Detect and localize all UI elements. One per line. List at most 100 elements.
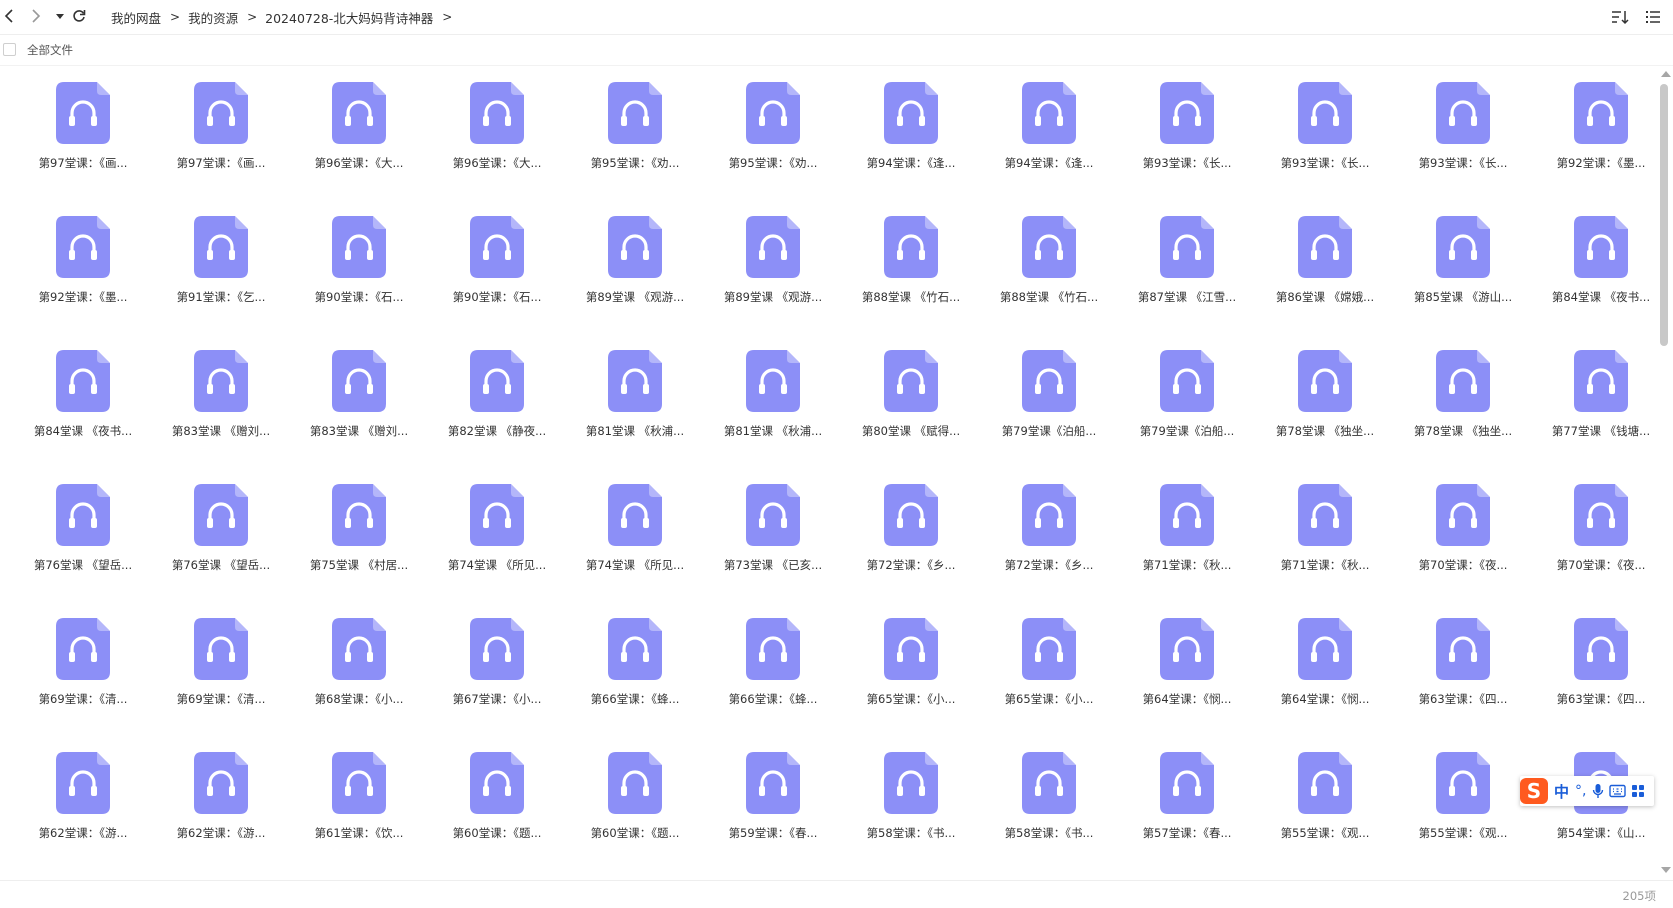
file-item[interactable]: 第70堂课：《夜... bbox=[1532, 482, 1655, 616]
file-item[interactable]: 第72堂课：《乡... bbox=[980, 482, 1118, 616]
file-name: 第86堂课 《嫦娥... bbox=[1275, 290, 1375, 304]
file-name: 第84堂课 《夜书... bbox=[1551, 290, 1651, 304]
file-item[interactable]: 第71堂课：《秋... bbox=[1118, 482, 1256, 616]
file-item[interactable]: 第93堂课：《长... bbox=[1394, 80, 1532, 214]
file-item[interactable]: 第55堂课：《观... bbox=[1256, 750, 1394, 878]
scroll-up-arrow[interactable] bbox=[1661, 71, 1671, 77]
file-item[interactable]: 第83堂课 《赠刘... bbox=[290, 348, 428, 482]
file-item[interactable]: 第65堂课：《小... bbox=[842, 616, 980, 750]
file-item[interactable]: 第85堂课 《游山... bbox=[1394, 214, 1532, 348]
file-item[interactable]: 第58堂课：《书... bbox=[842, 750, 980, 878]
file-item[interactable]: 第95堂课：《劝... bbox=[566, 80, 704, 214]
file-item[interactable]: 第88堂课 《竹石... bbox=[842, 214, 980, 348]
file-item[interactable]: 第67堂课：《小... bbox=[428, 616, 566, 750]
file-item[interactable]: 第66堂课：《蜂... bbox=[704, 616, 842, 750]
file-item[interactable]: 第82堂课 《静夜... bbox=[428, 348, 566, 482]
breadcrumb-item-my-drive[interactable]: 我的网盘 bbox=[111, 8, 161, 27]
file-item[interactable]: 第95堂课：《劝... bbox=[704, 80, 842, 214]
file-item[interactable]: 第76堂课 《望岳... bbox=[152, 482, 290, 616]
file-item[interactable]: 第64堂课：《悯... bbox=[1256, 616, 1394, 750]
file-item[interactable]: 第86堂课 《嫦娥... bbox=[1256, 214, 1394, 348]
breadcrumb-item-my-resources[interactable]: 我的资源 bbox=[188, 8, 238, 27]
audio-file-icon bbox=[1160, 350, 1214, 412]
file-item[interactable]: 第81堂课 《秋浦... bbox=[704, 348, 842, 482]
file-item[interactable]: 第69堂课：《清... bbox=[152, 616, 290, 750]
file-item[interactable]: 第61堂课：《饮... bbox=[290, 750, 428, 878]
file-item[interactable]: 第89堂课 《观游... bbox=[566, 214, 704, 348]
file-item[interactable]: 第80堂课 《赋得... bbox=[842, 348, 980, 482]
file-item[interactable]: 第90堂课：《石... bbox=[290, 214, 428, 348]
file-item[interactable]: 第96堂课：《大... bbox=[428, 80, 566, 214]
file-item[interactable]: 第63堂课：《四... bbox=[1532, 616, 1655, 750]
file-item[interactable]: 第55堂课：《观... bbox=[1394, 750, 1532, 878]
file-item[interactable]: 第84堂课 《夜书... bbox=[14, 348, 152, 482]
ime-toolbar[interactable]: S 中 °, bbox=[1520, 776, 1655, 806]
file-item[interactable]: 第89堂课 《观游... bbox=[704, 214, 842, 348]
file-item[interactable]: 第81堂课 《秋浦... bbox=[566, 348, 704, 482]
forward-icon[interactable] bbox=[26, 6, 46, 26]
ime-punctuation-toggle[interactable]: °, bbox=[1575, 783, 1586, 799]
file-item[interactable]: 第54堂课：《山... bbox=[1532, 750, 1655, 878]
file-item[interactable]: 第62堂课：《游... bbox=[14, 750, 152, 878]
microphone-icon[interactable] bbox=[1592, 783, 1604, 799]
history-dropdown-icon[interactable] bbox=[50, 6, 70, 26]
file-name: 第87堂课 《江雪... bbox=[1137, 290, 1237, 304]
file-name: 第94堂课：《逢... bbox=[1004, 156, 1094, 170]
file-item[interactable]: 第59堂课：《春... bbox=[704, 750, 842, 878]
vertical-scrollbar[interactable] bbox=[1658, 66, 1672, 878]
file-item[interactable]: 第70堂课：《夜... bbox=[1394, 482, 1532, 616]
file-item[interactable]: 第76堂课 《望岳... bbox=[14, 482, 152, 616]
file-item[interactable]: 第87堂课 《江雪... bbox=[1118, 214, 1256, 348]
file-item[interactable]: 第84堂课 《夜书... bbox=[1532, 214, 1655, 348]
scrollbar-thumb[interactable] bbox=[1660, 84, 1668, 346]
scroll-down-arrow[interactable] bbox=[1661, 867, 1671, 873]
file-item[interactable]: 第77堂课 《钱塘... bbox=[1532, 348, 1655, 482]
file-item[interactable]: 第75堂课 《村居... bbox=[290, 482, 428, 616]
file-item[interactable]: 第94堂课：《逢... bbox=[980, 80, 1118, 214]
file-item[interactable]: 第92堂课：《墨... bbox=[14, 214, 152, 348]
file-item[interactable]: 第60堂课：《题... bbox=[428, 750, 566, 878]
file-item[interactable]: 第66堂课：《蜂... bbox=[566, 616, 704, 750]
file-item[interactable]: 第57堂课：《春... bbox=[1118, 750, 1256, 878]
keyboard-icon[interactable] bbox=[1609, 784, 1627, 798]
file-item[interactable]: 第68堂课：《小... bbox=[290, 616, 428, 750]
file-item[interactable]: 第69堂课：《清... bbox=[14, 616, 152, 750]
file-item[interactable]: 第65堂课：《小... bbox=[980, 616, 1118, 750]
file-item[interactable]: 第78堂课 《独坐... bbox=[1394, 348, 1532, 482]
file-item[interactable]: 第93堂课：《长... bbox=[1118, 80, 1256, 214]
file-item[interactable]: 第72堂课：《乡... bbox=[842, 482, 980, 616]
file-item[interactable]: 第83堂课 《赠刘... bbox=[152, 348, 290, 482]
file-item[interactable]: 第74堂课 《所见... bbox=[566, 482, 704, 616]
file-item[interactable]: 第73堂课 《已亥... bbox=[704, 482, 842, 616]
file-item[interactable]: 第90堂课：《石... bbox=[428, 214, 566, 348]
file-item[interactable]: 第64堂课：《悯... bbox=[1118, 616, 1256, 750]
file-item[interactable]: 第97堂课：《画... bbox=[152, 80, 290, 214]
file-item[interactable]: 第62堂课：《游... bbox=[152, 750, 290, 878]
file-item[interactable]: 第63堂课：《四... bbox=[1394, 616, 1532, 750]
back-icon[interactable] bbox=[0, 6, 19, 26]
file-name: 第69堂课：《清... bbox=[38, 692, 128, 706]
file-item[interactable]: 第79堂课《泊船... bbox=[1118, 348, 1256, 482]
file-item[interactable]: 第92堂课：《墨... bbox=[1532, 80, 1655, 214]
file-item[interactable]: 第60堂课：《题... bbox=[566, 750, 704, 878]
file-item[interactable]: 第91堂课：《乞... bbox=[152, 214, 290, 348]
breadcrumb-item-current-folder[interactable]: 20240728-北大妈妈背诗神器 bbox=[265, 8, 433, 27]
file-item[interactable]: 第71堂课：《秋... bbox=[1256, 482, 1394, 616]
sort-icon[interactable] bbox=[1611, 7, 1629, 27]
select-all-checkbox[interactable] bbox=[3, 43, 16, 56]
file-item[interactable]: 第88堂课 《竹石... bbox=[980, 214, 1118, 348]
ime-language-toggle[interactable]: 中 bbox=[1554, 781, 1569, 802]
file-item[interactable]: 第97堂课：《画... bbox=[14, 80, 152, 214]
refresh-icon[interactable] bbox=[69, 6, 89, 26]
file-item[interactable]: 第74堂课 《所见... bbox=[428, 482, 566, 616]
audio-file-icon bbox=[56, 82, 110, 144]
file-item[interactable]: 第93堂课：《长... bbox=[1256, 80, 1394, 214]
file-item[interactable]: 第96堂课：《大... bbox=[290, 80, 428, 214]
toolbox-grid-icon[interactable] bbox=[1631, 784, 1645, 798]
list-view-icon[interactable] bbox=[1645, 7, 1661, 27]
file-item[interactable]: 第78堂课 《独坐... bbox=[1256, 348, 1394, 482]
sogou-logo-icon[interactable]: S bbox=[1520, 778, 1548, 804]
file-item[interactable]: 第94堂课：《逢... bbox=[842, 80, 980, 214]
file-item[interactable]: 第58堂课：《书... bbox=[980, 750, 1118, 878]
file-item[interactable]: 第79堂课《泊船... bbox=[980, 348, 1118, 482]
